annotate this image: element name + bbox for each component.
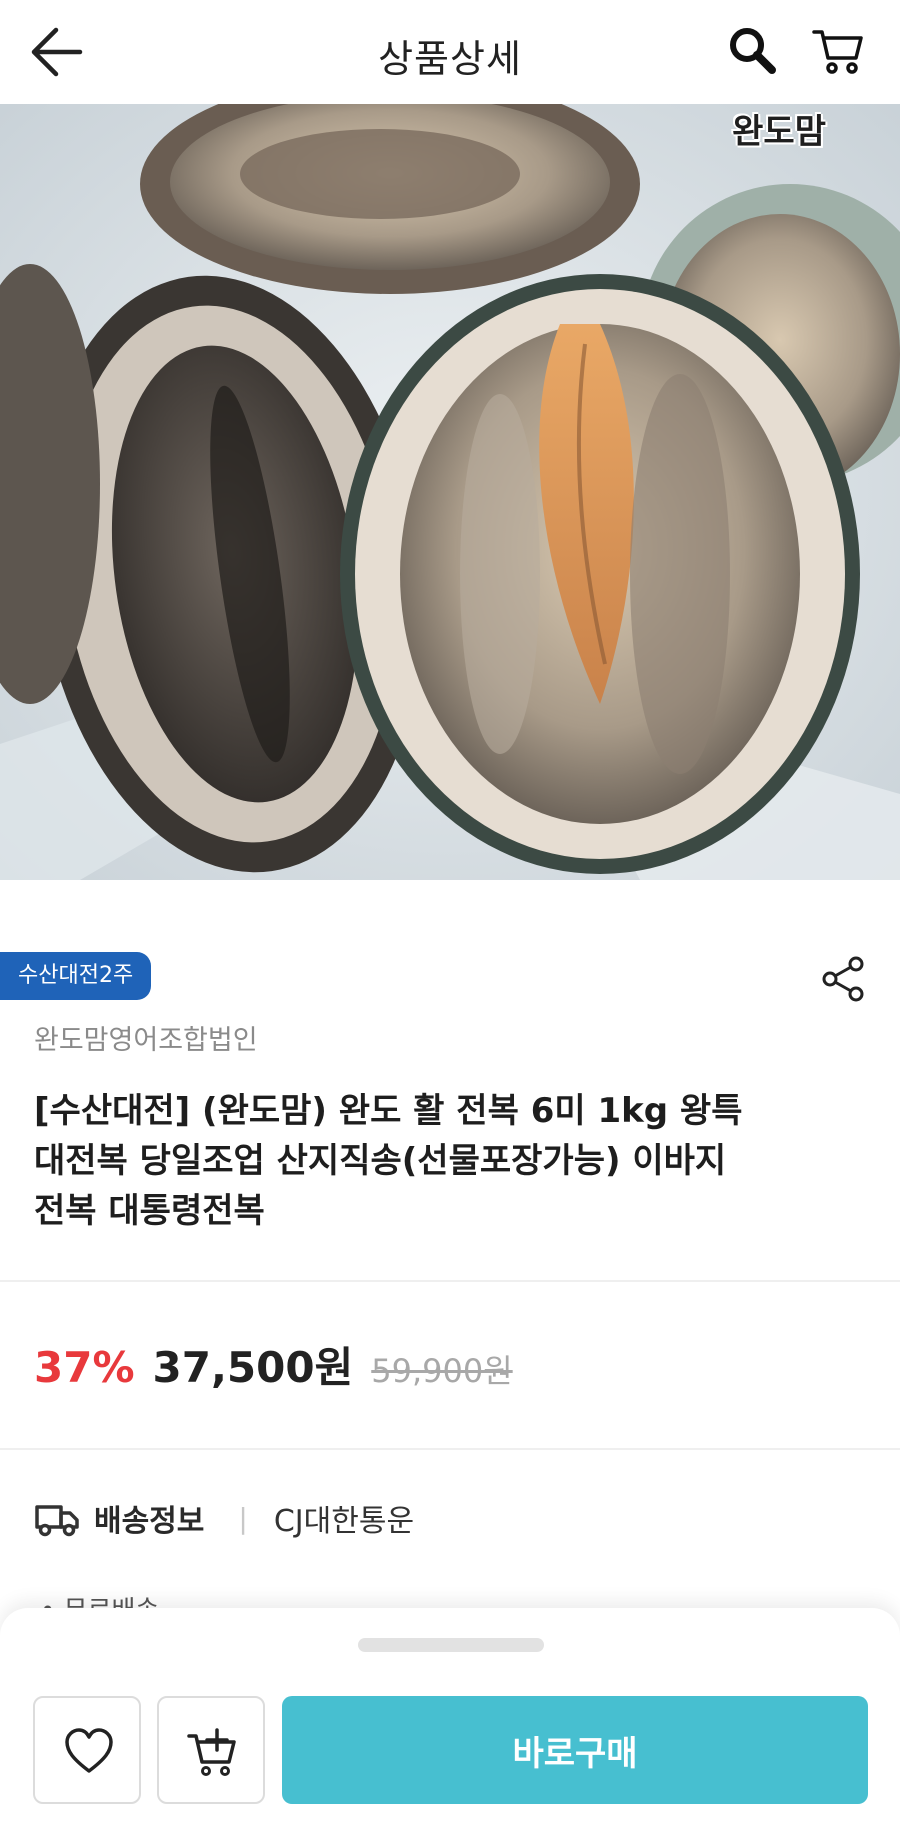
seller-name[interactable]: 완도맘영어조합법인 xyxy=(34,1018,258,1057)
original-price: 59,900원 xyxy=(371,1352,513,1390)
heart-icon xyxy=(65,1728,113,1773)
divider xyxy=(0,1448,900,1450)
divider xyxy=(0,1280,900,1282)
top-app-bar: 상품상세 xyxy=(0,0,900,104)
bottom-purchase-sheet: 바로구매 xyxy=(0,1608,900,1836)
price-row: 37% 37,500원 59,900원 xyxy=(34,1334,513,1394)
brand-watermark: 완도맘 xyxy=(732,112,826,152)
cart-icon[interactable] xyxy=(810,22,866,78)
sheet-drag-handle[interactable] xyxy=(358,1638,544,1652)
truck-icon xyxy=(35,1505,79,1537)
shipping-carrier: CJ대한통운 xyxy=(273,1504,415,1539)
add-to-cart-icon xyxy=(187,1728,236,1776)
separator: | xyxy=(238,1501,248,1535)
wishlist-button[interactable] xyxy=(33,1696,141,1804)
product-image[interactable]: 완도맘 xyxy=(0,104,900,880)
share-icon[interactable] xyxy=(818,954,868,1004)
sale-price: 37,500원 xyxy=(152,1343,354,1392)
product-title: [수산대전] (완도맘) 완도 활 전복 6미 1kg 왕특대전복 당일조업 산… xyxy=(34,1091,743,1231)
buy-now-button[interactable]: 바로구매 xyxy=(282,1696,868,1804)
search-icon[interactable] xyxy=(724,22,780,78)
discount-rate: 37% xyxy=(34,1343,135,1392)
abalone-photo xyxy=(0,104,900,880)
shipping-info-row: 배송정보 | CJ대한통운 xyxy=(34,1496,414,1540)
event-badge: 수산대전2주 xyxy=(0,952,152,1000)
shipping-label: 배송정보 xyxy=(94,1504,205,1539)
add-to-cart-button[interactable] xyxy=(157,1696,265,1804)
